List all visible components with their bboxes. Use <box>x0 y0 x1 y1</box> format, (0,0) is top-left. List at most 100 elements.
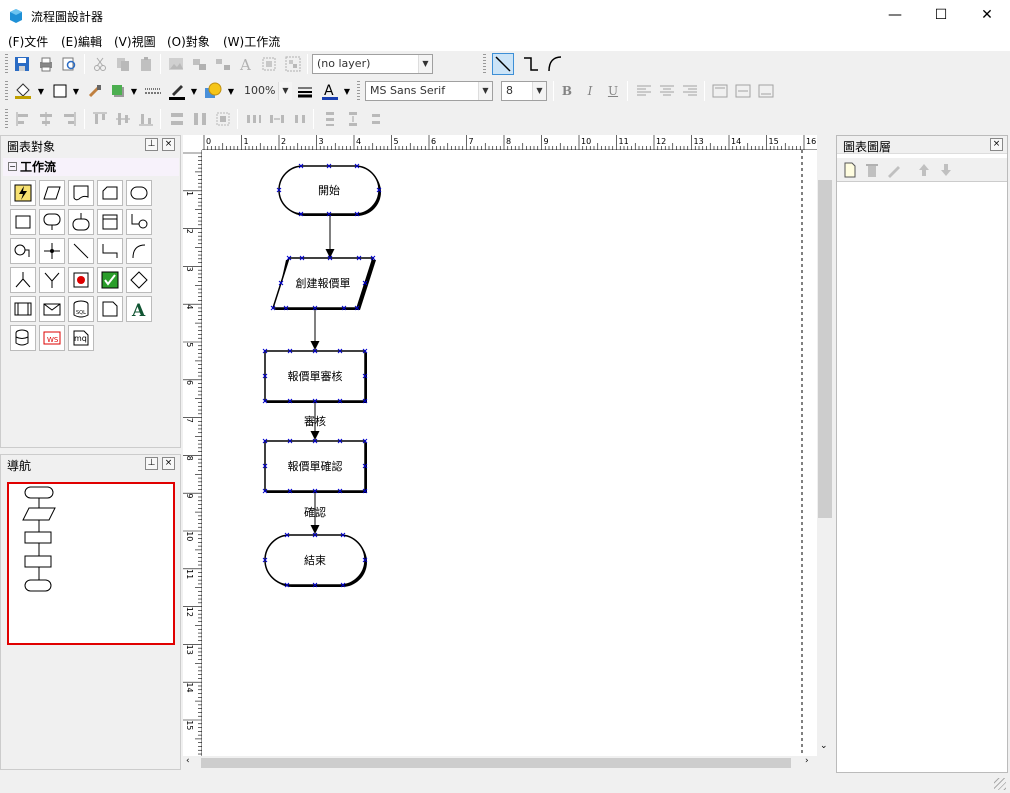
close-icon[interactable]: × <box>990 138 1003 151</box>
copy-icon[interactable] <box>112 53 134 75</box>
group-icon[interactable] <box>189 53 211 75</box>
space-vertical-icon[interactable] <box>319 108 341 130</box>
bold-icon[interactable]: B <box>556 80 578 102</box>
scroll-right-icon[interactable]: › <box>805 756 809 766</box>
collapse-icon[interactable]: − <box>8 162 17 171</box>
orthogonal-line-icon[interactable] <box>97 238 123 264</box>
print-preview-icon[interactable] <box>58 53 80 75</box>
valign-top-icon[interactable] <box>709 80 731 102</box>
menu-workflow[interactable]: (W)工作流 <box>223 33 280 50</box>
line-weight-icon[interactable] <box>294 80 316 102</box>
text-icon[interactable]: A <box>235 53 257 75</box>
format-painter-icon[interactable] <box>84 80 106 102</box>
card-shape-icon[interactable] <box>97 180 123 206</box>
note-icon[interactable] <box>97 296 123 322</box>
message-queue-icon[interactable]: mq <box>68 325 94 351</box>
italic-icon[interactable]: I <box>579 80 601 102</box>
same-size-icon[interactable] <box>212 108 234 130</box>
workflow-group-header[interactable]: − 工作流 <box>3 158 179 176</box>
navigator-viewport[interactable] <box>7 482 175 645</box>
space-vertical-decrease-icon[interactable] <box>365 108 387 130</box>
pen-color-icon[interactable] <box>166 80 188 102</box>
web-service-icon[interactable]: WS <box>39 325 65 351</box>
paste-icon[interactable] <box>135 53 157 75</box>
chevron-down-icon[interactable]: ▼ <box>128 80 140 102</box>
menu-view[interactable]: (V)視圖 <box>114 33 156 50</box>
font-combo[interactable]: MS Sans Serif ▼ <box>365 81 493 101</box>
print-icon[interactable] <box>35 53 57 75</box>
menu-edit[interactable]: (E)編輯 <box>61 33 102 50</box>
alert-icon[interactable] <box>68 267 94 293</box>
predefined-process-icon[interactable] <box>10 296 36 322</box>
process-shape-icon[interactable] <box>10 209 36 235</box>
connector-end-icon[interactable] <box>126 209 152 235</box>
resize-grip-icon[interactable] <box>994 778 1006 790</box>
scroll-down-icon[interactable]: ⌄ <box>820 741 828 751</box>
decision-branch-icon[interactable] <box>39 209 65 235</box>
chevron-down-icon[interactable]: ▼ <box>225 80 237 102</box>
scroll-left-icon[interactable]: ‹ <box>186 756 190 766</box>
ungroup-icon[interactable] <box>212 53 234 75</box>
horizontal-scrollbar[interactable]: ‹ › <box>183 756 817 770</box>
start-event-icon[interactable] <box>10 180 36 206</box>
space-vertical-increase-icon[interactable] <box>342 108 364 130</box>
sql-database-icon[interactable]: SQL <box>68 296 94 322</box>
line-style-icon[interactable] <box>49 80 71 102</box>
layer-down-icon[interactable] <box>935 159 957 181</box>
chevron-down-icon[interactable]: ▼ <box>188 80 200 102</box>
vertical-scrollbar[interactable]: ⌄ <box>817 135 834 756</box>
database-icon[interactable] <box>10 325 36 351</box>
node-confirm[interactable]: 報價單確認 <box>264 440 367 493</box>
frame-group-icon[interactable] <box>282 53 304 75</box>
layer-up-icon[interactable] <box>913 159 935 181</box>
pin-icon[interactable]: ⊥ <box>145 138 158 151</box>
space-horizontal-icon[interactable] <box>243 108 265 130</box>
elbow-connector-icon[interactable] <box>520 53 542 75</box>
terminal-shape-icon[interactable] <box>126 180 152 206</box>
same-width-icon[interactable] <box>166 108 188 130</box>
node-end[interactable]: 結束 <box>264 534 367 587</box>
chevron-down-icon[interactable]: ▼ <box>70 80 82 102</box>
merge-shape-icon[interactable] <box>68 209 94 235</box>
font-size-combo[interactable]: 8 ▼ <box>501 81 547 101</box>
close-icon[interactable]: × <box>162 457 175 470</box>
pin-icon[interactable]: ⊥ <box>145 457 158 470</box>
diamond-icon[interactable] <box>126 267 152 293</box>
node-create[interactable]: 創建報價單 <box>271 257 376 310</box>
valign-bottom-icon[interactable] <box>755 80 777 102</box>
valign-middle-icon[interactable] <box>732 80 754 102</box>
vertical-scroll-thumb[interactable] <box>818 180 832 518</box>
straight-connector-icon[interactable] <box>492 53 514 75</box>
align-bottoms-icon[interactable] <box>135 108 157 130</box>
align-center-icon[interactable] <box>656 80 678 102</box>
horizontal-scroll-thumb[interactable] <box>201 758 791 768</box>
align-centers-icon[interactable] <box>35 108 57 130</box>
frame-icon[interactable] <box>258 53 280 75</box>
node-start[interactable]: 開始 <box>278 165 381 216</box>
close-button[interactable]: ✕ <box>964 0 1010 31</box>
underline-icon[interactable]: U <box>602 80 624 102</box>
same-height-icon[interactable] <box>189 108 211 130</box>
line-pattern-icon[interactable] <box>142 80 164 102</box>
align-rights-icon[interactable] <box>58 108 80 130</box>
menu-file[interactable]: (F)文件 <box>8 33 48 50</box>
cut-icon[interactable] <box>89 53 111 75</box>
close-icon[interactable]: × <box>162 138 175 151</box>
layer-combo[interactable]: (no layer) ▼ <box>312 54 433 74</box>
subprocess-shape-icon[interactable] <box>97 209 123 235</box>
shape-color-icon[interactable] <box>202 80 224 102</box>
align-lefts-icon[interactable] <box>12 108 34 130</box>
font-color-icon[interactable]: A <box>319 80 341 102</box>
space-horizontal-increase-icon[interactable] <box>266 108 288 130</box>
edit-layer-icon[interactable] <box>883 159 905 181</box>
line-tool-icon[interactable] <box>68 238 94 264</box>
junction-icon[interactable] <box>39 238 65 264</box>
event-connector-icon[interactable] <box>10 238 36 264</box>
diagram-canvas[interactable]: 審核 確認 開始 創建報價單 報價單審核 報價單確認 結束 <box>202 150 817 756</box>
new-layer-icon[interactable] <box>839 159 861 181</box>
shadow-icon[interactable] <box>107 80 129 102</box>
maximize-button[interactable]: ☐ <box>918 0 964 31</box>
space-horizontal-decrease-icon[interactable] <box>289 108 311 130</box>
curved-connector-icon[interactable] <box>544 53 566 75</box>
image-icon[interactable] <box>165 53 187 75</box>
